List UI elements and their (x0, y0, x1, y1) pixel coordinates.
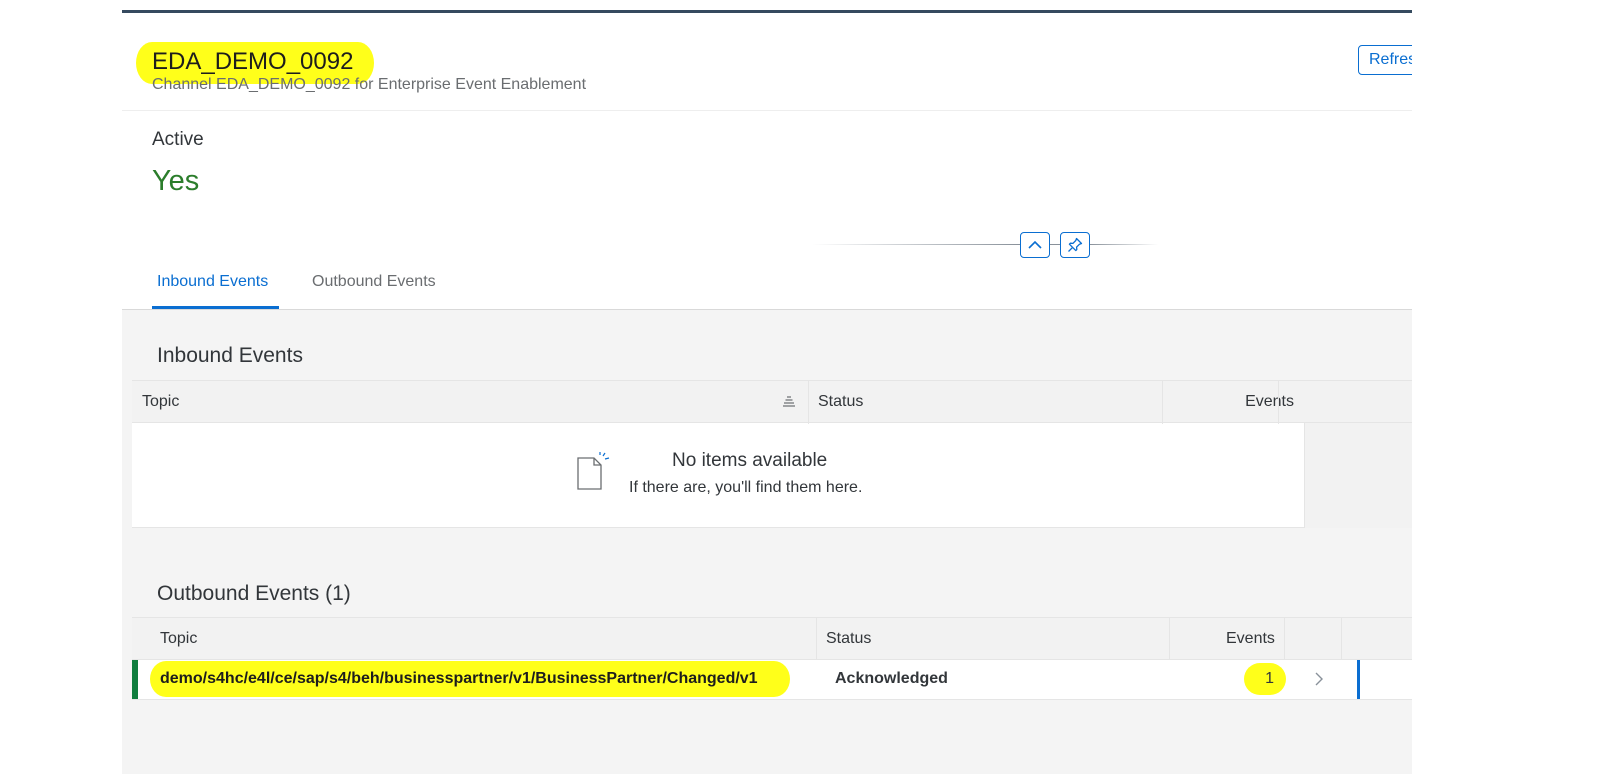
table-header: Topic Status Events (132, 617, 1412, 661)
document-icon (577, 452, 610, 490)
active-label: Active (152, 129, 204, 150)
inbound-events-table: Topic Status Events No items available I… (132, 380, 1412, 528)
table-row[interactable]: demo/s4hc/e4l/ce/sap/s4/beh/businesspart… (132, 660, 1412, 700)
chevron-up-icon (1028, 240, 1042, 249)
column-separator (816, 618, 817, 661)
app-window: EDA_DEMO_0092 Channel EDA_DEMO_0092 for … (122, 10, 1412, 774)
header-toolbar-line (812, 244, 1020, 245)
column-header-topic[interactable]: Topic (142, 393, 179, 411)
table-header: Topic Status Events (132, 380, 1412, 424)
pin-header-button[interactable] (1060, 232, 1090, 258)
table-bottom-border (132, 527, 1304, 528)
header-divider (122, 110, 1412, 111)
pin-icon (1068, 237, 1083, 252)
page-content: Inbound Events Topic Status Events No it… (122, 310, 1412, 774)
outbound-section-title: Outbound Events (1) (157, 582, 351, 605)
column-separator (1278, 381, 1279, 424)
column-header-topic[interactable]: Topic (160, 630, 197, 648)
row-status: Acknowledged (835, 670, 948, 687)
active-value: Yes (152, 165, 200, 197)
outbound-events-table: Topic Status Events demo/s4hc/e4l/ce/sap… (132, 617, 1412, 700)
row-status-indicator (132, 660, 138, 699)
page-subtitle: Channel EDA_DEMO_0092 for Enterprise Eve… (152, 76, 587, 93)
inbound-section-title: Inbound Events (157, 344, 303, 367)
column-separator (1162, 381, 1163, 424)
header-toolbar-line (1050, 244, 1060, 245)
tab-outbound-events[interactable]: Outbound Events (312, 273, 436, 291)
chevron-right-icon[interactable] (1314, 672, 1324, 686)
refresh-button[interactable]: Refres (1358, 45, 1412, 75)
column-header-status[interactable]: Status (818, 393, 863, 411)
column-separator (1284, 618, 1285, 661)
collapse-header-button[interactable] (1020, 232, 1050, 258)
column-header-status[interactable]: Status (826, 630, 871, 648)
no-data-title: No items available (672, 450, 828, 471)
column-separator (808, 381, 809, 424)
column-separator (1341, 618, 1342, 661)
header-toolbar-line (1090, 244, 1158, 245)
column-header-events[interactable]: Events (1226, 630, 1275, 648)
table-filler-column (1304, 423, 1412, 528)
shell-bar-edge (122, 10, 1412, 13)
row-events-count: 1 (1265, 670, 1274, 687)
tab-inbound-events[interactable]: Inbound Events (157, 273, 268, 291)
column-separator (1169, 618, 1170, 661)
page-title: EDA_DEMO_0092 (152, 48, 354, 75)
row-topic: demo/s4hc/e4l/ce/sap/s4/beh/businesspart… (160, 670, 758, 687)
row-navigated-indicator (1357, 660, 1360, 699)
sort-icon[interactable] (782, 395, 796, 409)
column-header-events[interactable]: Events (1245, 393, 1294, 411)
no-data-text: If there are, you'll find them here. (629, 479, 863, 496)
